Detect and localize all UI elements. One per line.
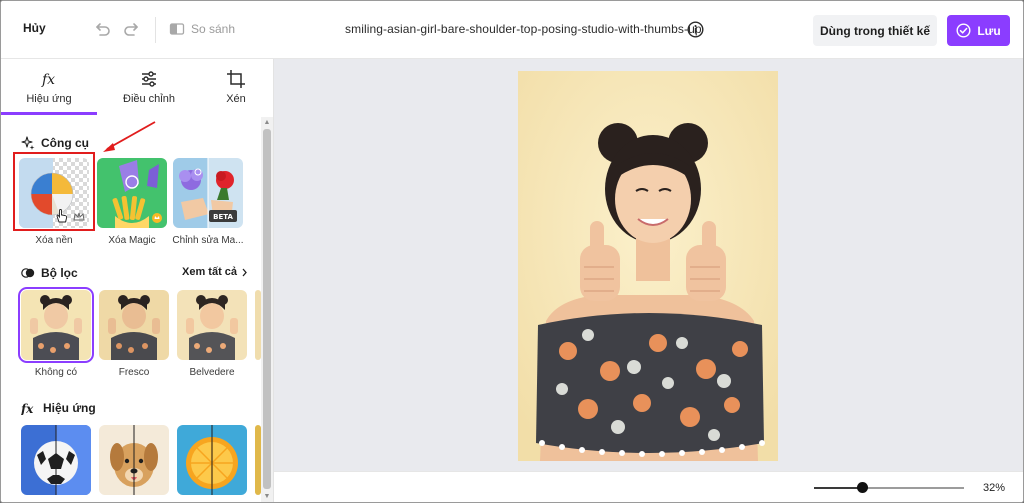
zoom-slider-fill (814, 487, 862, 489)
tab-adjust[interactable]: Điều chỉnh (101, 59, 197, 115)
effect-orange-thumbnail (177, 425, 247, 495)
tab-effects-label: Hiệu ứng (26, 93, 72, 105)
zoom-slider[interactable] (814, 487, 964, 489)
active-tab-indicator (1, 112, 97, 115)
girl-thumbs-up-photo (518, 71, 778, 461)
svg-text:fx: fx (21, 402, 34, 415)
filters-section-title: Bộ lọc (21, 266, 78, 280)
sparkle-icon (21, 136, 35, 150)
see-all-label: Xem tất cả (182, 266, 238, 278)
compare-button[interactable]: So sánh (169, 21, 235, 37)
effect-soccer-ball[interactable] (21, 425, 91, 495)
red-arrow-annotation (103, 121, 156, 152)
panel-scrollbar[interactable]: ▲ ▼ (261, 117, 273, 502)
cancel-button[interactable]: Hủy (23, 21, 46, 35)
see-all-filters-link[interactable]: Xem tất cả (182, 266, 248, 278)
save-label: Lưu (977, 23, 1001, 38)
zoom-percentage[interactable]: 32% (983, 482, 1005, 494)
undo-icon[interactable] (93, 20, 111, 38)
edit-panel: fx Hiệu ứng Điều chỉnh Xén Công cụ Xóa n… (1, 59, 274, 502)
sliders-icon (142, 71, 156, 87)
top-toolbar: Hủy So sánh smiling-asian-girl-bare-shou… (1, 1, 1023, 59)
tool-magic-eraser[interactable] (97, 158, 167, 228)
file-name: smiling-asian-girl-bare-shoulder-top-pos… (345, 22, 702, 36)
magic-edit-thumbnail: BETA (173, 158, 243, 228)
tab-crop-label: Xén (226, 93, 246, 105)
tool-magic-edit[interactable]: BETA (173, 158, 243, 228)
photo-editor-window: Hủy So sánh smiling-asian-girl-bare-shou… (0, 0, 1024, 503)
tools-title-text: Công cụ (41, 136, 89, 150)
scroll-down-icon[interactable]: ▼ (263, 493, 271, 501)
fx-small-icon: fx (21, 402, 34, 415)
filters-title-text: Bộ lọc (41, 266, 78, 280)
scrollbar-thumb[interactable] (263, 129, 271, 489)
effect-soccer-thumbnail (21, 425, 91, 495)
filter-belvedere-thumbnail (177, 290, 247, 360)
info-icon[interactable] (687, 21, 704, 38)
beta-badge: BETA (213, 213, 233, 221)
filter-belvedere[interactable] (177, 290, 247, 360)
highlight-box (13, 152, 95, 231)
tab-effects[interactable]: fx Hiệu ứng (1, 59, 97, 115)
fx-icon: fx (41, 72, 55, 88)
zoom-slider-handle[interactable] (856, 482, 868, 493)
effect-dog-thumbnail (99, 425, 169, 495)
filter-label-fresco: Fresco (118, 367, 150, 378)
chevron-right-icon (242, 268, 247, 276)
zoom-bar: 32% (274, 471, 1023, 502)
magic-eraser-thumbnail (97, 158, 167, 228)
effects-title-text: Hiệu ứng (43, 401, 96, 415)
panel-tabs: fx Hiệu ứng Điều chỉnh Xén (1, 59, 273, 115)
redo-icon[interactable] (123, 20, 141, 38)
compare-label: So sánh (191, 22, 236, 36)
tab-crop[interactable]: Xén (199, 59, 273, 115)
filter-label-belvedere: Belvedere (189, 367, 235, 378)
image-canvas (274, 59, 1023, 471)
tools-section-title: Công cụ (21, 136, 89, 150)
save-button[interactable]: Lưu (947, 15, 1010, 46)
tab-adjust-label: Điều chỉnh (123, 93, 175, 105)
effect-dog[interactable] (99, 425, 169, 495)
filter-fresco[interactable] (99, 290, 169, 360)
filter-label-none: Không có (34, 367, 78, 378)
crop-icon (227, 70, 245, 88)
effects-section-title: fx Hiệu ứng (21, 401, 96, 415)
preview-photo[interactable] (518, 71, 778, 461)
compare-icon (169, 23, 185, 35)
svg-text:fx: fx (41, 72, 55, 88)
use-in-design-button[interactable]: Dùng trong thiết kế (813, 15, 937, 46)
tool-label-magic-eraser: Xóa Magic (108, 235, 156, 246)
check-circle-icon (956, 23, 971, 38)
filter-none-thumbnail (21, 290, 91, 360)
tool-label-remove-background: Xóa nền (35, 235, 73, 246)
scroll-up-icon[interactable]: ▲ (263, 119, 271, 127)
toolbar-divider (155, 17, 156, 43)
filter-none[interactable] (18, 287, 94, 363)
filter-circles-icon (21, 268, 35, 278)
filter-fresco-thumbnail (99, 290, 169, 360)
tool-label-magic-edit: Chỉnh sửa Ma... (172, 235, 244, 246)
panel-content: Công cụ Xóa nền Xóa Magic BETA Chỉnh sửa… (1, 116, 273, 502)
effect-orange[interactable] (177, 425, 247, 495)
